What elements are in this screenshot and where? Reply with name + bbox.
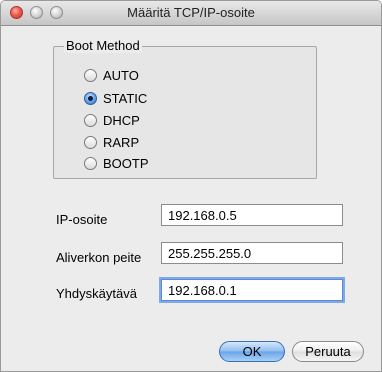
radio-rarp[interactable]: RARP bbox=[84, 135, 139, 150]
radio-button-icon[interactable] bbox=[84, 69, 97, 82]
radio-dhcp[interactable]: DHCP bbox=[84, 113, 140, 128]
radio-label-rarp: RARP bbox=[103, 135, 140, 150]
radio-label-static: STATIC bbox=[103, 91, 148, 106]
radio-button-icon[interactable] bbox=[84, 114, 97, 127]
dialog-window: Määritä TCP/IP-osoite Boot Method AUTO S… bbox=[0, 0, 382, 372]
radio-label-bootp: BOOTP bbox=[103, 156, 149, 171]
boot-method-group: Boot Method AUTO STATIC DHCP RARP BOOTP bbox=[53, 38, 317, 179]
radio-label-dhcp: DHCP bbox=[103, 113, 140, 128]
window-title: Määritä TCP/IP-osoite bbox=[127, 5, 255, 20]
radio-label-auto: AUTO bbox=[103, 68, 139, 83]
subnet-mask-input[interactable] bbox=[161, 242, 343, 264]
ok-button[interactable]: OK bbox=[219, 341, 285, 362]
subnet-mask-label: Aliverkon peite bbox=[56, 250, 142, 265]
cancel-button[interactable]: Peruuta bbox=[292, 341, 364, 362]
boot-method-legend: Boot Method bbox=[64, 38, 142, 53]
radio-button-icon[interactable] bbox=[84, 157, 97, 170]
gateway-label: Yhdyskäytävä bbox=[56, 286, 137, 301]
radio-auto[interactable]: AUTO bbox=[84, 68, 139, 83]
gateway-input[interactable] bbox=[161, 279, 343, 301]
ip-address-input[interactable] bbox=[161, 204, 343, 226]
ip-address-label: IP-osoite bbox=[56, 212, 108, 227]
title-bar[interactable]: Määritä TCP/IP-osoite bbox=[1, 1, 381, 26]
radio-button-icon[interactable] bbox=[84, 136, 97, 149]
radio-bootp[interactable]: BOOTP bbox=[84, 156, 149, 171]
radio-button-selected-icon[interactable] bbox=[84, 92, 97, 105]
radio-static[interactable]: STATIC bbox=[84, 91, 147, 106]
